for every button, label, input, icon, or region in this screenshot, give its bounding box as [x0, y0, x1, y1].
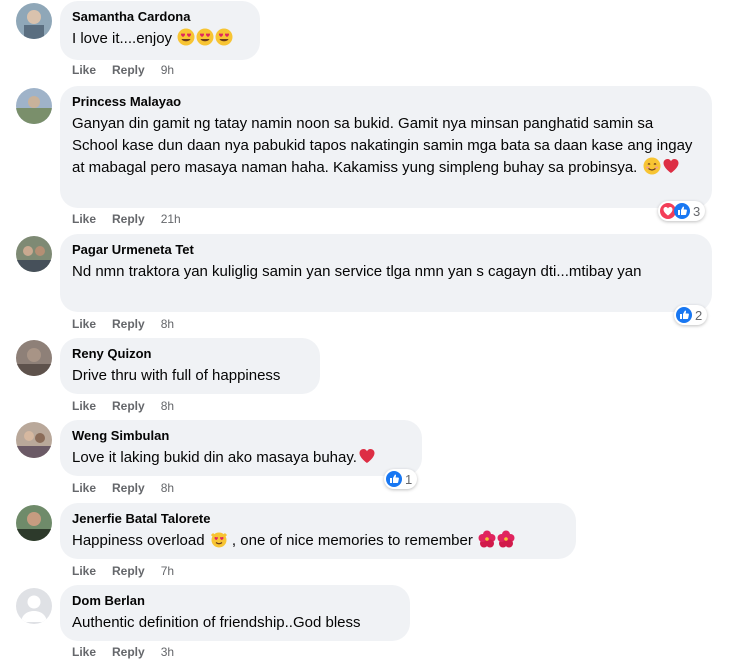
heart-eyes-emoji — [215, 28, 233, 46]
timestamp[interactable]: 8h — [161, 398, 174, 414]
comment-text: Nd nmn traktora yan kuliglig samin yan s… — [72, 263, 642, 280]
comment-bubble: Jenerfie Batal Talorete Happiness overlo… — [60, 503, 576, 559]
timestamp[interactable]: 3h — [161, 644, 174, 660]
avatar[interactable] — [16, 340, 52, 376]
author-name[interactable]: Reny Quizon — [72, 346, 308, 362]
author-name[interactable]: Weng Simbulan — [72, 428, 410, 444]
author-name[interactable]: Jenerfie Batal Talorete — [72, 511, 564, 527]
reply-button[interactable]: Reply — [112, 62, 145, 78]
avatar[interactable] — [16, 236, 52, 272]
comment-text: I love it....enjoy — [72, 28, 248, 50]
comment-actions: Like Reply 9h — [72, 62, 174, 78]
heart-eyes-emoji — [177, 28, 195, 46]
comment-text-body: I love it....enjoy — [72, 30, 177, 47]
like-button[interactable]: Like — [72, 316, 96, 332]
like-button[interactable]: Like — [72, 62, 96, 78]
comment-text-body: Ganyan din gamit ng tatay namin noon sa … — [72, 115, 693, 176]
comment-text: Drive thru with full of happiness — [72, 367, 281, 384]
comment-text: Ganyan din gamit ng tatay namin noon sa … — [72, 113, 700, 179]
comment-text: Love it laking bukid din ako masaya buha… — [72, 447, 410, 469]
avatar[interactable] — [16, 422, 52, 458]
author-name[interactable]: Pagar Urmeneta Tet — [72, 242, 700, 258]
comment-actions: Like Reply 21h — [72, 211, 181, 227]
reaction-summary[interactable]: 1 — [384, 469, 418, 489]
comment-actions: Like Reply 8h — [72, 480, 174, 496]
author-name[interactable]: Princess Malayao — [72, 94, 700, 110]
reply-button[interactable]: Reply — [112, 480, 145, 496]
red-heart-emoji — [359, 449, 375, 463]
like-button[interactable]: Like — [72, 480, 96, 496]
like-reaction-icon — [676, 307, 692, 323]
avatar[interactable] — [16, 505, 52, 541]
hibiscus-emoji — [478, 530, 496, 548]
comment-bubble: Dom Berlan Authentic definition of frien… — [60, 585, 410, 641]
reply-button[interactable]: Reply — [112, 316, 145, 332]
comment-bubble: Princess Malayao Ganyan din gamit ng tat… — [60, 86, 712, 208]
like-reaction-icon — [386, 471, 402, 487]
like-button[interactable]: Like — [72, 211, 96, 227]
comment-actions: Like Reply 7h — [72, 563, 174, 579]
comment-text-body: Love it laking bukid din ako masaya buha… — [72, 449, 357, 466]
comment-text-body: Happiness overload — [72, 532, 209, 549]
comment-actions: Like Reply 3h — [72, 644, 174, 660]
like-reaction-icon — [674, 203, 690, 219]
author-name[interactable]: Samantha Cardona — [72, 9, 248, 25]
timestamp[interactable]: 9h — [161, 62, 174, 78]
comment-actions: Like Reply 8h — [72, 316, 174, 332]
smiling-emoji — [643, 157, 660, 175]
comment-bubble: Weng Simbulan Love it laking bukid din a… — [60, 420, 422, 476]
reaction-count: 1 — [405, 471, 413, 487]
comment-text-tail: , one of nice memories to remember — [227, 532, 478, 549]
hibiscus-emoji — [497, 530, 515, 548]
comment-text: Authentic definition of friendship..God … — [72, 614, 361, 631]
reply-button[interactable]: Reply — [112, 398, 145, 414]
reply-button[interactable]: Reply — [112, 563, 145, 579]
author-name[interactable]: Dom Berlan — [72, 593, 398, 609]
comment-bubble: Pagar Urmeneta Tet Nd nmn traktora yan k… — [60, 234, 712, 312]
red-heart-emoji — [663, 159, 678, 173]
reply-button[interactable]: Reply — [112, 211, 145, 227]
reaction-count: 2 — [695, 307, 703, 323]
timestamp[interactable]: 8h — [161, 316, 174, 332]
like-button[interactable]: Like — [72, 644, 96, 660]
comment-bubble: Samantha Cardona I love it....enjoy — [60, 1, 260, 60]
reaction-count: 3 — [693, 203, 701, 219]
avatar[interactable] — [16, 588, 52, 624]
timestamp[interactable]: 8h — [161, 480, 174, 496]
reply-button[interactable]: Reply — [112, 644, 145, 660]
reaction-summary[interactable]: 2 — [674, 305, 708, 325]
timestamp[interactable]: 7h — [161, 563, 174, 579]
comment-bubble: Reny Quizon Drive thru with full of happ… — [60, 338, 320, 394]
reaction-summary[interactable]: 3 — [658, 201, 706, 221]
avatar[interactable] — [16, 88, 52, 124]
like-button[interactable]: Like — [72, 563, 96, 579]
heart-eyes-cat-emoji — [210, 532, 227, 548]
like-button[interactable]: Like — [72, 398, 96, 414]
timestamp[interactable]: 21h — [161, 211, 181, 227]
comment-text: Happiness overload , one of nice memorie… — [72, 530, 564, 552]
comment-actions: Like Reply 8h — [72, 398, 174, 414]
avatar[interactable] — [16, 3, 52, 39]
heart-eyes-emoji — [196, 28, 214, 46]
